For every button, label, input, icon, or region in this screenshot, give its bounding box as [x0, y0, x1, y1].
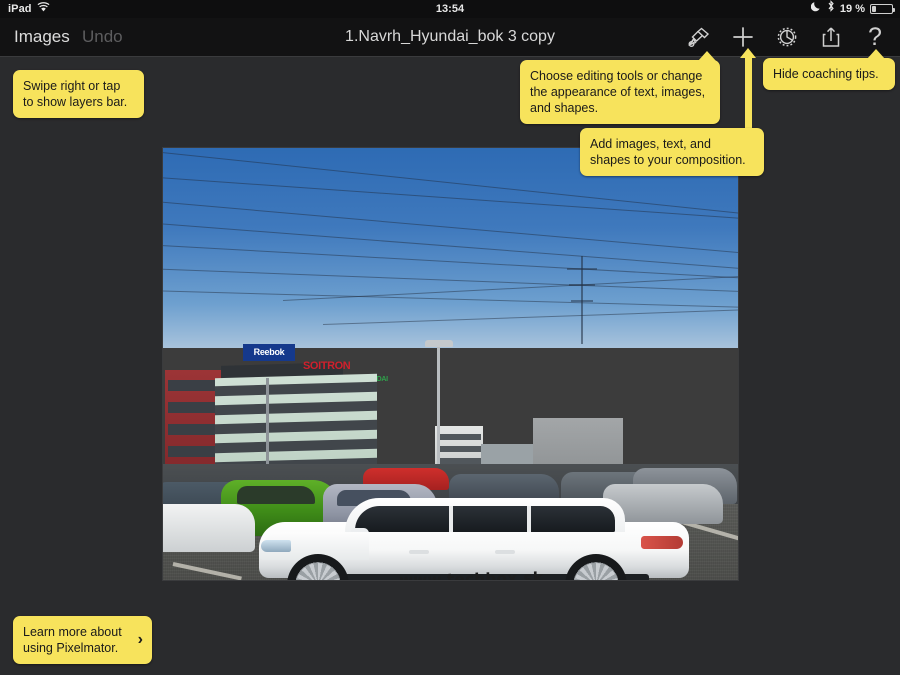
sky-region — [163, 148, 738, 348]
coaching-tip-layers[interactable]: Swipe right or tap to show layers bar. — [13, 70, 144, 118]
help-icon[interactable]: ? — [862, 24, 888, 50]
car-decal-text: www.techbox.sk — [398, 568, 544, 580]
pixelmator-app-window: iPad 13:54 19 % Images Undo 1.Navrh_Hyun… — [0, 0, 900, 675]
tooltip-pointer-icon-2 — [867, 49, 885, 59]
toolbar-icon-group: ? — [686, 18, 888, 56]
app-toolbar: Images Undo 1.Navrh_Hyundai_bok 3 copy ? — [0, 18, 900, 57]
learn-more-button[interactable]: Learn more about using Pixelmator. › — [13, 616, 152, 664]
coaching-tip-add[interactable]: Add images, text, and shapes to your com… — [580, 128, 764, 176]
tooltip-stem-pointer-icon — [740, 48, 756, 58]
status-bar-time: 13:54 — [435, 3, 465, 15]
bluetooth-icon — [827, 0, 835, 18]
help-glyph: ? — [868, 23, 882, 51]
learn-more-label: Learn more about using Pixelmator. — [23, 625, 122, 655]
settings-icon[interactable] — [774, 24, 800, 50]
battery-icon — [870, 4, 895, 14]
share-icon[interactable] — [818, 24, 844, 50]
sign-blue: Reebok — [243, 344, 295, 361]
chevron-right-icon: › — [137, 631, 143, 648]
hyundai-i40-white-car: www.techbox.sk — [259, 496, 689, 580]
street-lamp-pole-2 — [266, 378, 269, 478]
coaching-tip-hide[interactable]: Hide coaching tips. — [763, 49, 895, 90]
sign-red: SOITRON — [303, 360, 351, 372]
ios-status-bar: iPad 13:54 19 % — [0, 0, 900, 18]
street-lamp-head — [425, 340, 453, 347]
tooltip-pointer-icon — [698, 51, 716, 61]
street-lamp-pole — [437, 344, 440, 474]
moon-icon — [810, 0, 822, 18]
coaching-tip-tools[interactable]: Choose editing tools or change the appea… — [520, 51, 720, 124]
tooltip-stem — [745, 55, 752, 133]
document-canvas[interactable]: Reebok SOITRON HYUNDAI — [163, 148, 738, 580]
battery-percent: 19 % — [839, 3, 865, 15]
photo-layer: Reebok SOITRON HYUNDAI — [163, 148, 738, 580]
car-white-left — [163, 504, 255, 552]
coaching-tip-tools-text: Choose editing tools or change the appea… — [530, 69, 706, 115]
coaching-tip-hide-text: Hide coaching tips. — [773, 67, 879, 81]
tools-icon[interactable] — [686, 24, 712, 50]
status-bar-right: 19 % — [810, 0, 895, 18]
building-main — [215, 373, 377, 475]
add-icon[interactable] — [730, 24, 756, 50]
